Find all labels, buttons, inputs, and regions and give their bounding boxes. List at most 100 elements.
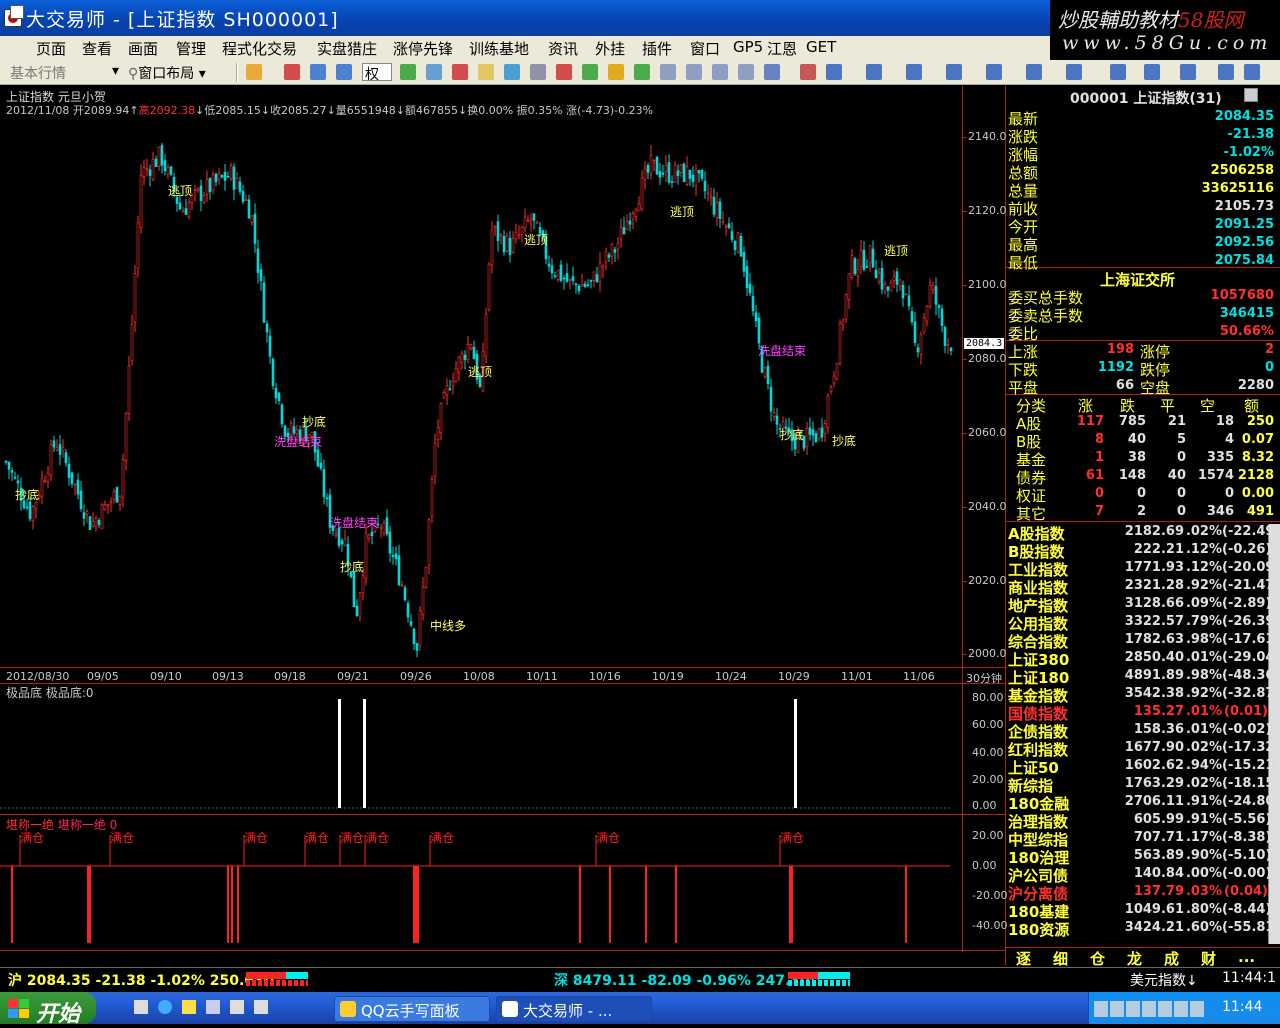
date-tick: 09/05 (87, 670, 119, 683)
toolbar-icon[interactable] (764, 64, 780, 80)
quote-tab[interactable]: 龙 (1127, 948, 1142, 969)
index-price: 3128.66 (1124, 596, 1184, 611)
date-tick: 09/21 (337, 670, 369, 683)
toolbar-icon[interactable] (478, 64, 494, 80)
panel-toggle-icon[interactable] (1244, 88, 1258, 102)
toolbar-icon[interactable] (530, 64, 546, 80)
toolbar-icon[interactable] (1244, 64, 1260, 80)
document-icon[interactable] (10, 5, 24, 19)
layout-button[interactable]: ⚲窗口布局 ▾ (128, 63, 206, 82)
toolbar-icon[interactable] (906, 64, 922, 80)
index-price: 1782.63 (1124, 632, 1184, 647)
cat-value: 1574 (1197, 468, 1234, 483)
date-tick: 10/29 (778, 670, 810, 683)
index-change: (-24.80) (1222, 794, 1280, 809)
toolbar-icon[interactable] (712, 64, 728, 80)
toolbar-icon[interactable] (986, 64, 1002, 80)
cat-header: 空 (1200, 397, 1216, 415)
index-name[interactable]: 180资源 (1008, 919, 1069, 940)
cat-value: 8.32 (1241, 450, 1274, 465)
toolbar-icon[interactable] (608, 64, 624, 80)
toolbar-icon[interactable] (660, 64, 676, 80)
menu-item[interactable]: 江恩 (767, 38, 797, 59)
cat-value: 0 (1176, 486, 1186, 501)
toolbar-icon[interactable] (1180, 64, 1196, 80)
full-position-label: 满仓 (20, 831, 44, 845)
cat-value: 8 (1094, 432, 1104, 447)
toolbar-icon[interactable] (310, 64, 326, 80)
index-change: (-15.21) (1222, 758, 1280, 773)
toolbar-icon[interactable] (1144, 64, 1160, 80)
sh-bar (246, 972, 308, 986)
explorer-icon[interactable] (182, 1000, 196, 1014)
app-quick-icon[interactable] (206, 1000, 220, 1014)
rights-button[interactable]: 权 (362, 63, 392, 83)
index-change: (-17.61) (1222, 632, 1280, 647)
menu-item[interactable]: 插件 (642, 38, 672, 59)
quote-tab[interactable]: 财 (1201, 948, 1216, 969)
menu-item[interactable]: 程式化交易 (222, 38, 297, 59)
menu-item[interactable]: 训练基地 (469, 38, 529, 59)
index-price: 1602.62 (1124, 758, 1184, 773)
toolbar-icon[interactable] (400, 64, 416, 80)
signal-label: 抄底 (780, 428, 805, 442)
media-icon[interactable] (254, 1000, 268, 1014)
cat-value: 346 (1206, 504, 1234, 519)
menu-item[interactable]: 实盘猎庄 (317, 38, 377, 59)
toolbar-icon[interactable] (1026, 64, 1042, 80)
desktop-icon[interactable] (230, 1000, 244, 1014)
cat-value: 117 (1076, 414, 1104, 429)
quote-tab[interactable]: 逐 (1016, 948, 1031, 969)
toolbar-icon[interactable] (1110, 64, 1126, 80)
sh-status: 沪 2084.35 -21.38 -1.02% 250.63亿 (8, 973, 278, 989)
toolbar-icon[interactable] (946, 64, 962, 80)
toolbar-icon[interactable] (556, 64, 572, 80)
menu-item[interactable]: 页面 (36, 38, 66, 59)
toolbar-icon[interactable] (452, 64, 468, 80)
toolbar-icon[interactable] (426, 64, 442, 80)
quote-tab[interactable]: 仓 (1090, 948, 1105, 969)
toolbar-icon[interactable] (686, 64, 702, 80)
quicklaunch-icon[interactable] (134, 1000, 148, 1014)
toolbar-icon[interactable] (866, 64, 882, 80)
menu-item[interactable]: 资讯 (548, 38, 578, 59)
toolbar-icon[interactable] (1066, 64, 1082, 80)
toolbar-icon[interactable] (504, 64, 520, 80)
quote-tab[interactable]: 成 (1164, 948, 1179, 969)
cat-value: 38 (1127, 450, 1146, 465)
toolbar-icon[interactable] (634, 64, 650, 80)
task-qq[interactable]: QQ云手写面板 (334, 996, 490, 1022)
quotes-button[interactable]: 基本行情 (10, 63, 66, 82)
index-price: 3542.38 (1124, 686, 1184, 701)
toolbar-icon[interactable] (1218, 64, 1234, 80)
dropdown-icon[interactable]: ▾ (112, 63, 119, 81)
toolbar-icon[interactable] (826, 64, 842, 80)
date-tick: 10/08 (463, 670, 495, 683)
menu-item[interactable]: 管理 (176, 38, 206, 59)
price-tick: 2100.0 (968, 278, 1007, 291)
menu-item[interactable]: 窗口 (690, 38, 720, 59)
menu-item[interactable]: GP5 (733, 38, 763, 56)
updown-value: 1192 (1097, 360, 1134, 375)
toolbar-icon[interactable] (582, 64, 598, 80)
quote-value: -1.02% (1223, 145, 1275, 160)
task-trader[interactable]: 大交易师 - ... (496, 996, 652, 1022)
toolbar-icon[interactable] (336, 64, 352, 80)
quote-tab[interactable]: ... (1238, 948, 1255, 966)
toolbar-icon[interactable] (800, 64, 816, 80)
cat-value: 148 (1118, 468, 1146, 483)
menu-item[interactable]: 外挂 (595, 38, 625, 59)
index-pct: .17% (1185, 830, 1222, 845)
ie-icon[interactable] (158, 1000, 172, 1014)
index-price: 2706.11 (1124, 794, 1184, 809)
quote-tab[interactable]: 细 (1053, 948, 1068, 969)
menu-item[interactable]: 查看 (82, 38, 112, 59)
toolbar-icon[interactable] (284, 64, 300, 80)
toolbar-icon[interactable] (246, 64, 262, 80)
tray-icons[interactable] (1094, 1001, 1204, 1017)
ticker[interactable]: 美元指数↓ (1130, 970, 1198, 990)
menu-item[interactable]: 画面 (128, 38, 158, 59)
menu-item[interactable]: 涨停先锋 (393, 38, 453, 59)
menu-item[interactable]: GET (806, 38, 836, 56)
toolbar-icon[interactable] (738, 64, 754, 80)
